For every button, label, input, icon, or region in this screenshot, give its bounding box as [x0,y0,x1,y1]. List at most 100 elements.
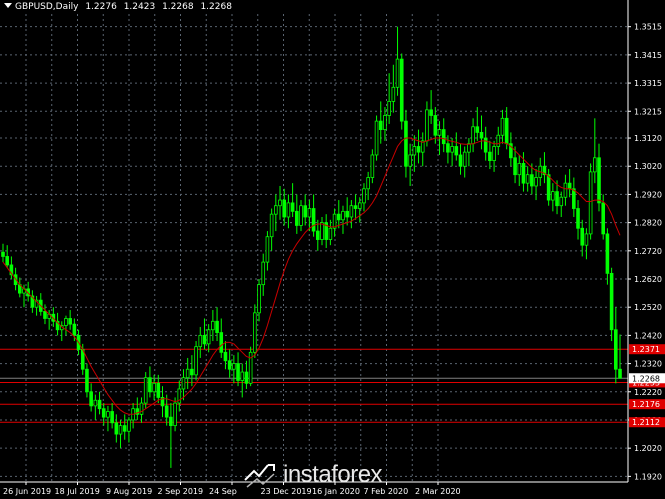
candle-body [219,332,224,353]
candle-body [462,151,467,167]
candle-body [580,227,585,246]
high-value: 1.2423 [123,2,156,12]
y-tick-label: 1.2720 [634,247,662,256]
candle-body [282,199,287,218]
price-chart[interactable]: 1.3515 1.3415 1.3315 1.3215 1.3120 1.3020 1.29… [0,0,665,499]
candle-body [85,368,89,393]
candle-body [152,382,156,393]
candle-body [278,199,282,207]
watermark-logo: instaforex [243,460,383,490]
candle-body [89,391,93,407]
candle-body [404,120,408,167]
candle-body [492,146,496,162]
x-tick-label: 9 Aug 2019 [106,487,152,496]
watermark-text: instaforex [283,461,383,488]
candle-body [416,146,421,153]
candle-body [391,86,396,102]
candle-body [357,202,362,209]
candle-body [257,284,261,314]
close-value: 1.2268 [200,2,232,12]
y-tick-label: 1.2220 [634,388,662,397]
level-tag-label: 1.2112 [632,418,660,427]
candle-body [500,117,505,136]
y-tick-label: 1.1920 [634,472,662,481]
candle-body [546,174,551,201]
candle-body [190,368,194,376]
candle-body [597,157,601,204]
candle-body [412,146,417,156]
candle-body [370,154,375,178]
candle-body [68,318,72,325]
candle-body [215,320,219,333]
candle-body [475,126,480,133]
candle-body [572,188,576,209]
candle-body [525,174,530,184]
y-tick-label: 1.3415 [634,51,662,60]
candle-body [399,58,404,122]
candle-body [43,311,47,319]
candle-body [467,143,471,153]
candle-body [450,146,454,153]
candle-body [429,109,433,116]
y-tick-label: 1.2920 [634,190,662,199]
y-tick-label: 1.3120 [634,134,662,143]
y-tick-label: 1.3515 [634,23,662,32]
candle-body [378,120,383,130]
candle-body [328,227,333,240]
candle-body [181,377,186,390]
chart-background [0,0,665,499]
y-tick-label: 1.2520 [634,303,662,312]
candle-body [588,171,593,235]
candle-body [143,377,148,404]
candle-body [336,213,341,221]
candle-body [496,134,501,147]
y-tick-label: 1.3215 [634,107,662,116]
candle-body [114,422,119,435]
candle-body [483,137,488,153]
candle-body [261,261,266,286]
candle-body [72,323,77,336]
candle-body [227,360,232,370]
candle-body [618,368,622,379]
candle-body [353,205,358,209]
candle-body [127,419,131,432]
low-value: 1.2268 [162,2,194,12]
candle-body [362,188,366,204]
candle-body [173,402,177,427]
candle-body [504,117,509,145]
candle-body [274,205,278,215]
candle-body [1,251,5,257]
candle-body [286,202,291,218]
candle-body [614,329,618,370]
candle-body [383,115,387,130]
y-tick-label: 1.2020 [634,444,662,453]
candle-body [194,346,198,376]
candle-body [458,154,463,167]
current-price-label: 1.2268 [632,374,660,383]
candle-body [584,233,589,246]
candle-body [122,425,127,432]
candle-body [5,256,9,266]
candle-body [240,371,245,381]
candle-body [253,312,257,353]
candle-body [110,411,114,424]
candle-body [164,405,169,418]
candle-body [223,351,228,362]
candle-body [232,363,236,370]
level-tag-label: 1.2176 [632,400,660,409]
candle-body [567,182,572,190]
candle-body [387,100,391,116]
candle-body [521,163,526,184]
candle-body [295,210,299,226]
symbol-label: GBPUSD,Daily [15,2,79,12]
candle-body [605,233,610,274]
candle-body [513,157,517,176]
x-tick-label: 2 Sep 2019 [158,487,204,496]
candle-body [534,177,538,187]
collapse-triangle-icon[interactable] [4,3,12,8]
candle-body [244,371,249,384]
candle-body [441,129,446,145]
candle-body [97,399,102,410]
candle-body [433,115,438,136]
candle-body [303,205,308,218]
